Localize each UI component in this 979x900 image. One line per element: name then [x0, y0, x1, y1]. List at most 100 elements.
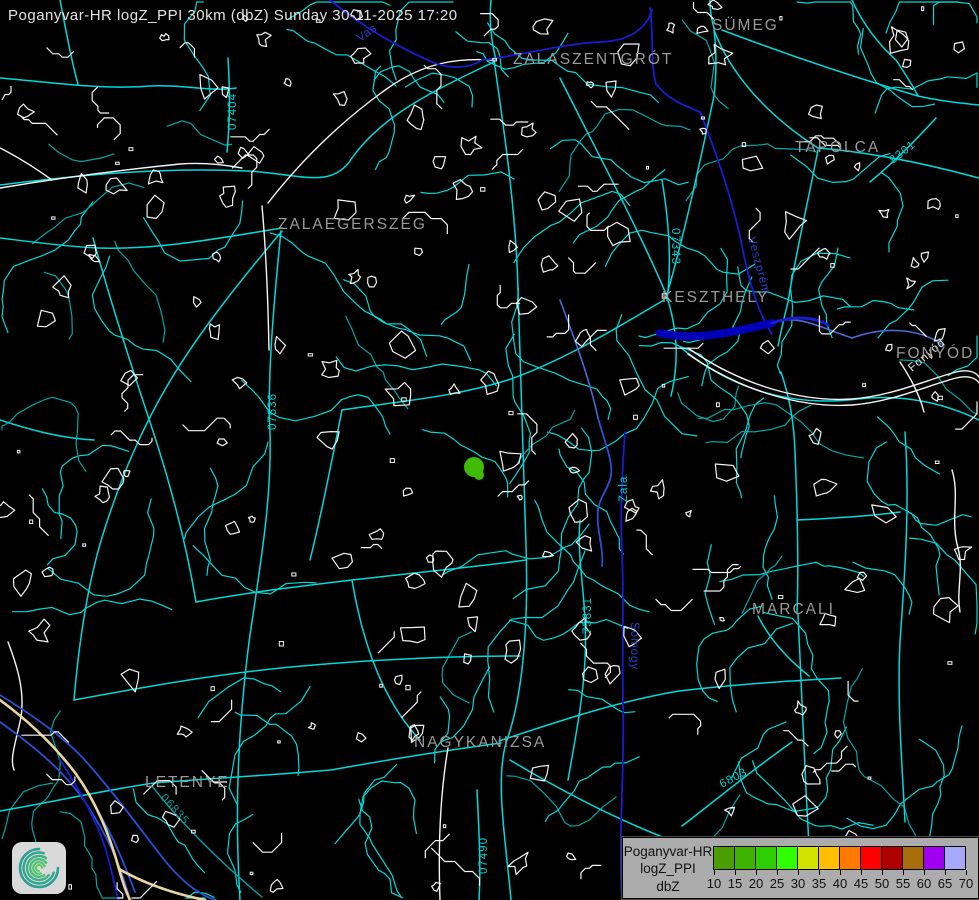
settlement-outline	[102, 468, 124, 489]
settlement-outline	[814, 479, 837, 496]
legend-tick	[714, 870, 715, 875]
legend-tick-value: 70	[954, 876, 978, 891]
map-line-road	[797, 512, 900, 520]
settlement-outline	[795, 701, 807, 715]
settlement-outline	[124, 471, 130, 477]
legend-tick	[945, 870, 946, 875]
settlement-outline	[37, 310, 55, 327]
minor-road-line	[235, 712, 299, 776]
settlement-outline	[500, 451, 521, 471]
legend-tick	[903, 870, 904, 875]
minor-road-line	[335, 781, 417, 844]
minor-road-line	[143, 201, 242, 262]
building-dot	[390, 459, 394, 463]
settlement-outline	[700, 128, 706, 134]
building-dot	[211, 687, 214, 691]
map-line-road	[758, 616, 809, 676]
legend-panel: Poganyvar-HR logZ_PPI dbZ 10152025303540…	[622, 837, 979, 899]
settlement-outline	[886, 344, 892, 351]
settlement-outline	[686, 511, 691, 517]
minor-road-line	[360, 764, 402, 897]
settlement-outline	[715, 464, 739, 481]
legend-colorbar	[713, 846, 966, 870]
legend-swatch	[819, 847, 840, 869]
radar-screenshot: 07404830107343075367583106835680307490Za…	[0, 0, 979, 900]
settlement-outline	[835, 731, 841, 738]
settlement-outline	[209, 324, 219, 339]
building-dot	[647, 166, 649, 169]
settlement-outline	[461, 136, 482, 154]
settlement-outline	[322, 360, 340, 377]
minor-road-line	[198, 678, 281, 718]
legend-scale: 10152025303540455055606570	[713, 838, 978, 898]
radar-map-canvas: 07404830107343075367583106835680307490Za…	[0, 0, 979, 900]
map-line-road	[196, 560, 526, 602]
radar-title: Poganyvar-HR logZ_PPI 30km (dbZ) Sunday …	[8, 7, 458, 24]
legend-tick	[819, 870, 820, 875]
building-dot	[481, 188, 485, 192]
boundary-squiggle	[431, 848, 479, 886]
boundary-squiggle	[656, 599, 693, 610]
building-dot	[17, 450, 20, 453]
settlement-outline	[53, 276, 71, 298]
minor-road-line	[678, 386, 739, 422]
settlement-outline	[389, 331, 415, 358]
boundary-squiggle	[517, 414, 537, 455]
map-line-road	[0, 420, 94, 440]
settlement-outline	[921, 252, 928, 262]
minor-road-line	[488, 551, 586, 713]
legend-swatch	[777, 847, 798, 869]
settlement-outline	[95, 486, 110, 503]
legend-swatch	[924, 847, 945, 869]
settlement-outline	[270, 880, 283, 893]
building-dot	[634, 415, 638, 419]
settlement-outline	[351, 48, 371, 63]
building-dot	[308, 354, 312, 356]
building-dot	[922, 7, 924, 11]
settlement-outline	[826, 155, 835, 164]
boundary-squiggle	[22, 117, 58, 135]
minor-road-line	[270, 233, 427, 357]
settlement-outline	[214, 156, 223, 163]
boundary-squiggle	[401, 692, 421, 718]
building-dot	[778, 596, 782, 599]
settlement-outline	[522, 123, 537, 137]
legend-swatch	[861, 847, 882, 869]
road-label: Zala	[618, 476, 630, 502]
legend-tick	[861, 870, 862, 875]
map-line-river	[598, 418, 612, 566]
settlement-outline	[147, 195, 164, 218]
boundary-squiggle	[378, 631, 394, 653]
minor-road-line	[736, 398, 764, 499]
settlement-outline	[854, 163, 859, 171]
settlement-outline	[226, 521, 240, 534]
road-label: Veszprém	[745, 236, 772, 296]
legend-tick	[882, 870, 883, 875]
road-label: 07343	[669, 228, 681, 265]
building-dot	[780, 17, 782, 20]
legend-swatch	[735, 847, 756, 869]
settlement-outline	[401, 627, 426, 643]
settlement-outline	[415, 248, 423, 255]
minor-road-line	[286, 29, 396, 86]
map-line-white	[0, 163, 242, 188]
boundary-squiggle	[111, 431, 152, 445]
settlement-outline	[368, 276, 377, 287]
boundary-squiggle	[831, 764, 856, 771]
building-dot	[956, 215, 958, 218]
boundary-squiggle	[424, 65, 442, 109]
minor-road-line	[421, 172, 515, 194]
minor-road-line	[875, 73, 977, 114]
minor-road-line	[49, 144, 115, 162]
building-dot	[250, 872, 253, 874]
legend-swatch	[840, 847, 861, 869]
settlement-outline	[468, 617, 478, 632]
settlement-outline	[369, 529, 383, 540]
building-dot	[935, 461, 939, 463]
boundary-squiggle	[2, 86, 11, 100]
building-dot	[443, 825, 445, 828]
building-dot	[278, 741, 281, 743]
legend-tick	[798, 870, 799, 875]
minor-road-line	[752, 760, 873, 829]
road-label: 07404	[227, 93, 239, 130]
